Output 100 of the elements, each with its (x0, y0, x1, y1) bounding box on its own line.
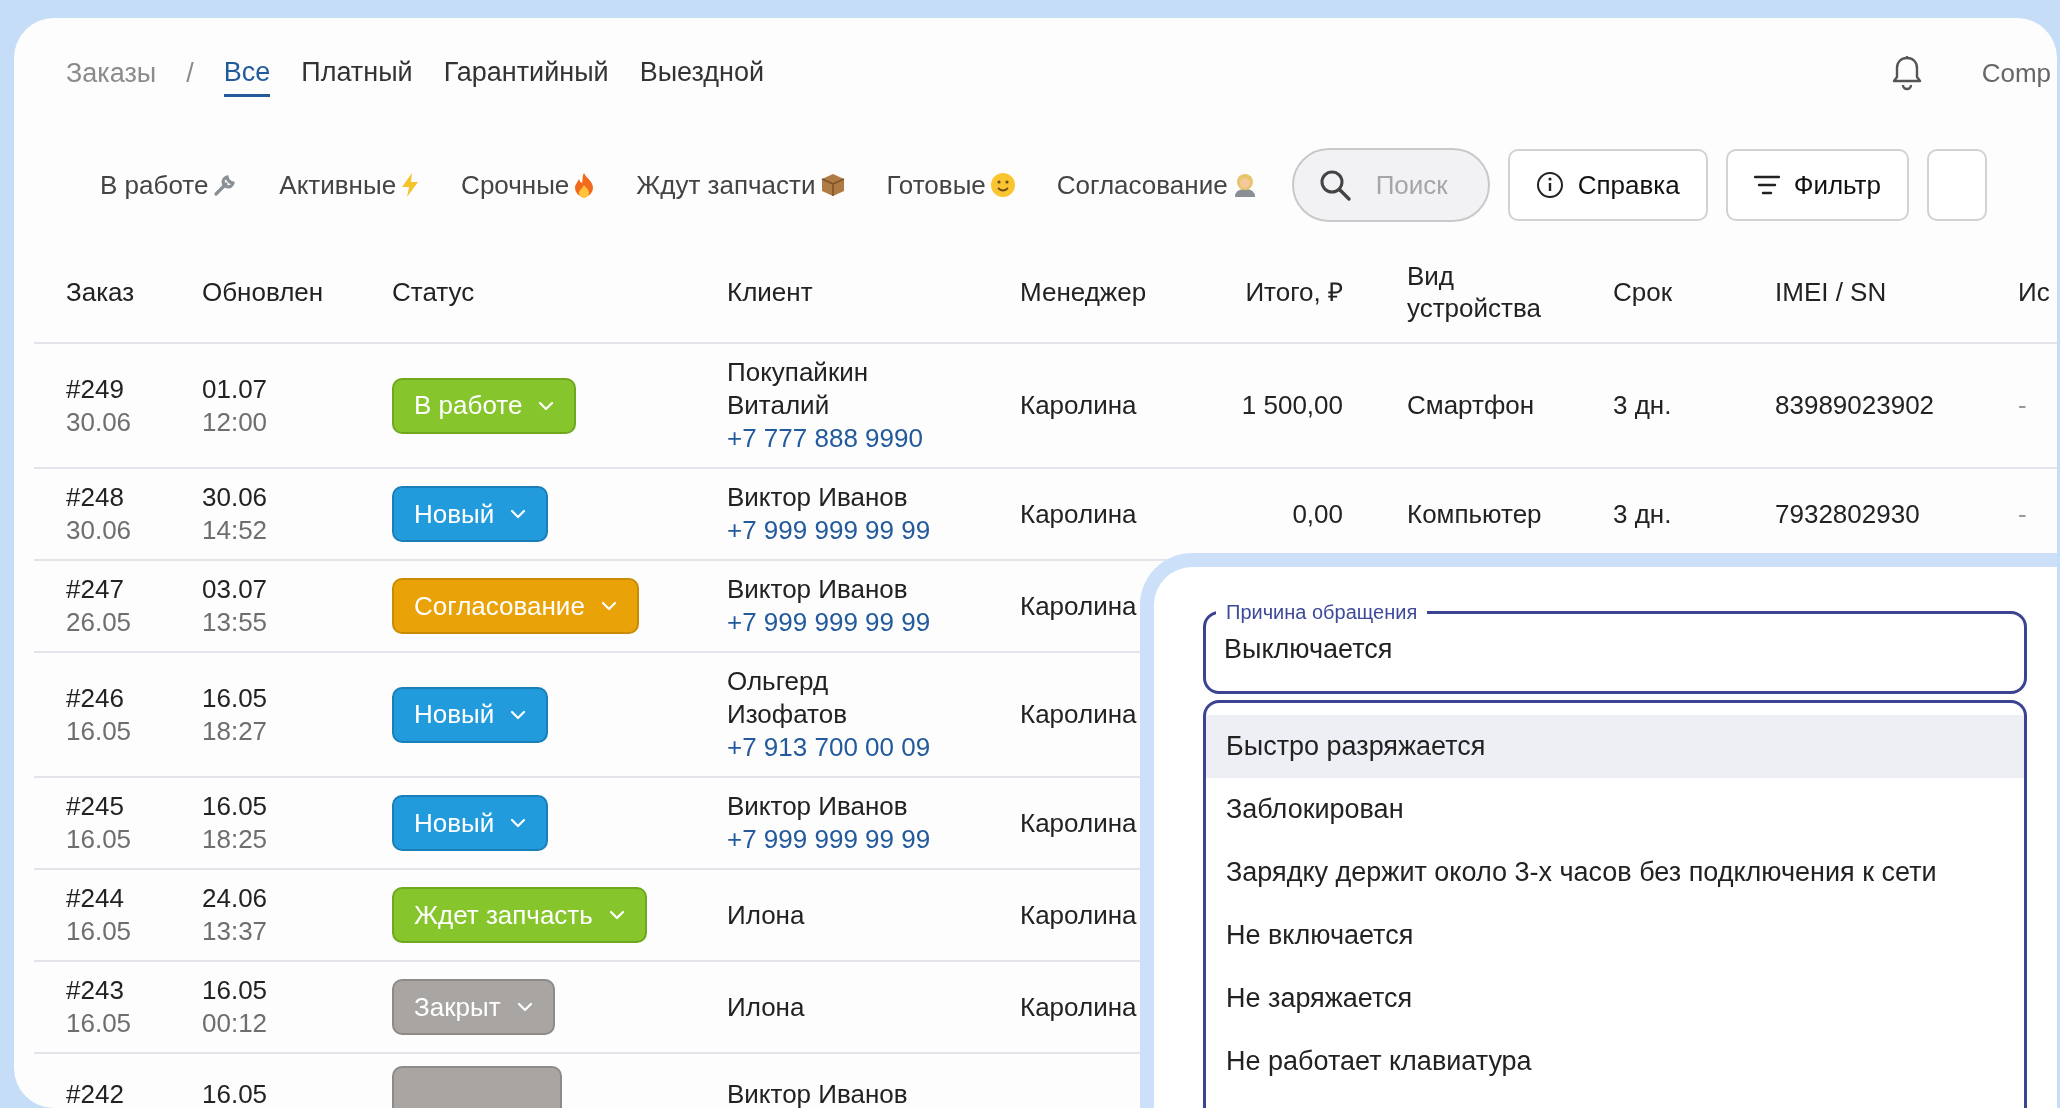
updated-date: 03.07 (202, 573, 269, 606)
box-icon (819, 172, 846, 198)
deadline: 3 дн. (1613, 389, 1673, 422)
filter-chip[interactable]: Срочные (461, 169, 596, 201)
created-date: 16.05 (66, 1007, 133, 1040)
phone-link[interactable]: +7 777 888 9990 (727, 422, 1020, 455)
filter-chip[interactable]: В работе (100, 169, 239, 201)
order-number: #245 (66, 790, 125, 823)
imei-number: 7932802930 (1775, 497, 1921, 531)
updated-time: 12:00 (202, 405, 269, 439)
manager-name: Каролина (1020, 698, 1138, 731)
client-name: Виктор Иванов (727, 481, 909, 514)
option-item[interactable]: Зарядку держит около 3-х часов без подключения к сети (1206, 841, 2024, 904)
device-type: Смартфон (1407, 389, 1536, 422)
option-item[interactable]: Не заряжается (1206, 967, 2024, 1030)
filter-chip[interactable]: Активные (279, 169, 421, 201)
manager-name: Каролина (1020, 898, 1138, 932)
order-number: #246 (66, 681, 125, 715)
filter-chip[interactable]: Ждут запчасти (636, 169, 846, 201)
phone-link[interactable]: +7 999 999 99 99 (727, 606, 1020, 639)
updated-date: 16.05 (202, 974, 269, 1007)
order-number: #247 (66, 573, 125, 606)
breadcrumb-separator: / (186, 57, 194, 89)
option-item[interactable]: Не включается (1206, 904, 2024, 967)
updated-date: 16.05 (202, 681, 269, 715)
phone-link[interactable]: +7 913 700 00 09 (727, 731, 1020, 764)
search-field[interactable]: Поиск (1291, 148, 1490, 222)
manager-name: Каролина (1020, 389, 1138, 422)
filter-chip[interactable]: Готовые (886, 169, 1016, 201)
column-header: Ис (2018, 276, 2051, 308)
info-icon (1535, 171, 1564, 199)
lightning-icon (400, 172, 421, 198)
updated-time: 18:25 (202, 823, 269, 856)
updated-time: 00:12 (202, 1007, 269, 1040)
filter-icon (1753, 175, 1780, 195)
phone-link[interactable]: +7 999 999 99 99 (727, 823, 1020, 856)
tab[interactable]: Все (223, 49, 271, 97)
reason-field[interactable]: Причина обращения Выключается (1203, 601, 2027, 694)
created-date: 16.05 (66, 915, 133, 948)
tab[interactable]: Выездной (639, 49, 765, 97)
column-header: Менеджер (1020, 276, 1148, 308)
updated-date: 24.06 (202, 882, 269, 915)
table-cell-text: - (2018, 389, 2028, 422)
updated-date: 16.05 (202, 1077, 269, 1108)
column-header: IMEI / SN (1775, 276, 1888, 308)
option-item[interactable]: Заблокирован (1206, 778, 2024, 841)
client-name: Ольгерд Изофатов (727, 665, 848, 731)
deadline: 3 дн. (1613, 497, 1673, 531)
phone-link[interactable]: +7 999 999 99 99 (727, 514, 1020, 547)
chevron-icon (600, 601, 617, 611)
option-item[interactable]: Не работает клавиатура (1206, 1030, 2024, 1093)
column-header: Срок (1613, 276, 1674, 308)
client-name: Покупайкин Виталий (727, 356, 870, 422)
order-number: #244 (66, 882, 125, 915)
client-name: Виктор Иванов (727, 573, 909, 606)
created-date: 30.06 (66, 514, 133, 547)
updated-date: 16.05 (202, 790, 269, 823)
imei-number: 83989023902 (1775, 389, 1936, 422)
column-header: Статус (392, 276, 476, 308)
chevron-icon (510, 509, 527, 519)
column-header: Итого, ₽ (1244, 276, 1344, 308)
total-amount: 0,00 (1291, 497, 1343, 531)
order-number: #248 (66, 481, 125, 514)
option-item[interactable]: Быстро разряжается (1206, 715, 2024, 778)
column-header: Заказ (66, 276, 136, 308)
filter-button[interactable]: Фильтр (1725, 149, 1909, 221)
help-button[interactable]: Справка (1507, 149, 1708, 221)
chevron-icon (510, 709, 527, 720)
flame-icon (573, 172, 596, 198)
chevron-icon (608, 910, 625, 920)
created-date: 16.05 (66, 714, 133, 748)
order-number: #243 (66, 974, 125, 1007)
total-amount: 1 500,00 (1240, 389, 1343, 422)
toolbar-button[interactable] (1927, 149, 1987, 221)
tab[interactable]: Платный (301, 49, 413, 97)
chevron-icon (516, 1002, 533, 1012)
created-date: 30.06 (66, 405, 133, 439)
column-header: Вид устройства (1407, 260, 1542, 324)
status-dropdown[interactable] (392, 1066, 562, 1108)
updated-date: 01.07 (202, 372, 269, 406)
tab[interactable]: Гарантийный (443, 49, 609, 97)
user-name[interactable]: Comp (1981, 57, 2051, 89)
updated-time: 13:37 (202, 915, 269, 948)
column-header: Обновлен (202, 276, 325, 308)
client-name: Виктор Иванов (727, 1077, 909, 1108)
filter-chip[interactable]: Согласование (1056, 169, 1258, 201)
device-type: Компьютер (1407, 497, 1543, 531)
order-number: #242 (66, 1077, 125, 1108)
chevron-icon (510, 818, 527, 828)
client-name: Илона (727, 990, 806, 1024)
client-name: Илона (727, 898, 806, 932)
manager-name: Каролина (1020, 497, 1138, 531)
bell-icon[interactable] (1891, 55, 1922, 91)
chevron-icon (538, 400, 555, 411)
updated-time: 14:52 (202, 514, 269, 547)
updated-time: 13:55 (202, 606, 269, 639)
client-name: Виктор Иванов (727, 790, 909, 823)
column-header: Клиент (727, 276, 814, 308)
updated-time: 18:27 (202, 714, 269, 748)
order-number: #249 (66, 372, 125, 406)
